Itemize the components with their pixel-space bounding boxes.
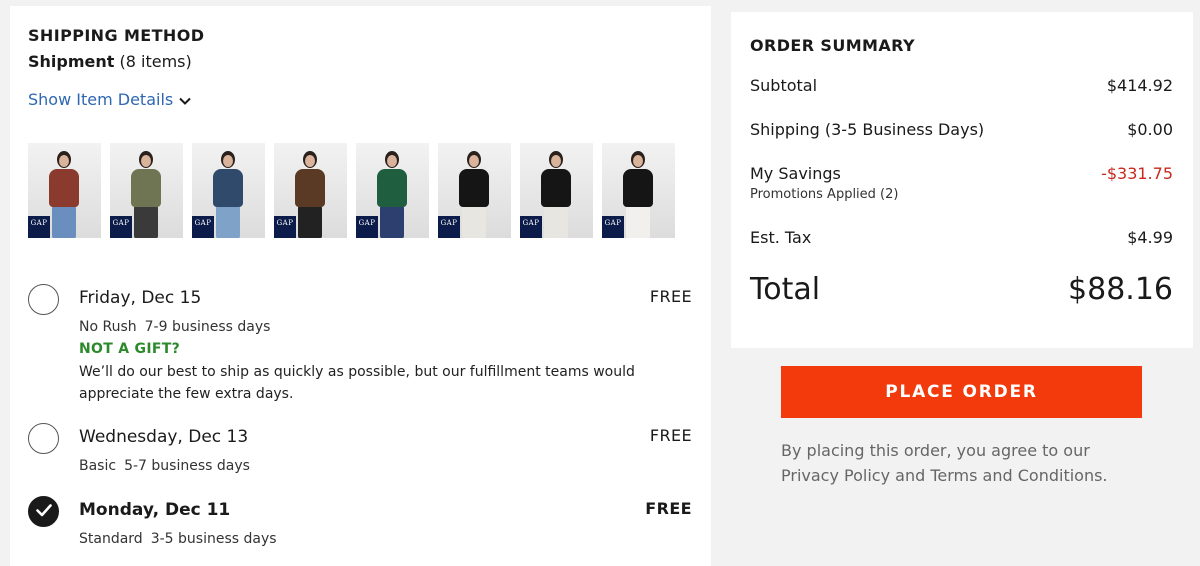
radio-button[interactable] [28,284,59,315]
subtotal-value: $414.92 [1106,76,1173,95]
subtotal-label: Subtotal [750,76,818,95]
legal-prefix: By placing this order, you agree to our [781,441,1090,460]
gap-logo: GAP [520,216,542,238]
shipping-value: $0.00 [1127,120,1173,139]
shipment-label: Shipment [28,52,115,71]
show-item-details-link[interactable]: Show Item Details [28,90,191,109]
shipping-label: Shipping (3-5 Business Days) [750,120,985,139]
option-price: FREE [649,426,692,445]
savings-value: -$331.75 [1101,164,1173,183]
shipment-summary: Shipment (8 items) [28,52,192,71]
shipping-option-standard[interactable]: Monday, Dec 11 FREE Standard 3-5 business… [28,496,698,556]
savings-row: My Savings Promotions Applied (2) -$331.… [750,164,1173,208]
gap-logo: GAP [110,216,132,238]
product-thumbnail: GAP [438,143,511,238]
option-speed: No Rush [79,319,137,335]
product-thumbnail: GAP [274,143,347,238]
product-thumbnail: GAP [28,143,101,238]
shipping-method-title: SHIPPING METHOD [28,26,205,45]
product-thumbnail: GAP [356,143,429,238]
shipping-option-basic[interactable]: Wednesday, Dec 13 FREE Basic 5-7 business… [28,423,698,483]
option-price: FREE [649,287,692,306]
gift-message: We’ll do our best to ship as quickly as … [79,364,635,402]
gift-label: NOT A GIFT? [79,341,180,357]
product-thumbnail: GAP [110,143,183,238]
gap-logo: GAP [356,216,378,238]
item-thumbnails: GAP GAP GAP GAP GAP GAP GAP GAP [28,143,675,238]
option-speed: Standard [79,531,143,547]
gap-logo: GAP [438,216,460,238]
chevron-down-icon [179,90,191,109]
gap-logo: GAP [602,216,624,238]
checkmark-icon [35,502,52,521]
option-days: 3-5 business days [150,531,277,547]
option-days: 7-9 business days [144,319,271,335]
product-thumbnail: GAP [602,143,675,238]
privacy-policy-link[interactable]: Privacy Policy [781,466,890,485]
option-price: FREE [645,499,692,518]
option-date: Wednesday, Dec 13 [79,427,249,447]
total-row: Total $88.16 [750,272,1173,312]
shipment-count: (8 items) [119,52,192,71]
option-details: Standard 3-5 business days [79,531,277,547]
total-value: $88.16 [1068,272,1173,307]
show-item-details-label: Show Item Details [28,90,174,109]
total-label: Total [750,272,821,307]
option-date: Monday, Dec 11 [79,500,231,520]
gap-logo: GAP [28,216,50,238]
radio-button[interactable] [28,423,59,454]
product-thumbnail: GAP [520,143,593,238]
legal-and: and [895,466,926,485]
legal-notice: By placing this order, you agree to our … [781,438,1161,488]
product-thumbnail: GAP [192,143,265,238]
terms-link[interactable]: Terms and Conditions. [930,466,1107,485]
option-speed: Basic [79,458,117,474]
order-summary-title: ORDER SUMMARY [750,36,915,55]
radio-button-selected[interactable] [28,496,59,527]
option-date: Friday, Dec 15 [79,288,202,308]
shipping-method-panel: SHIPPING METHOD Shipment (8 items) Show … [10,6,711,566]
shipping-option-no-rush[interactable]: Friday, Dec 15 FREE No Rush 7-9 business … [28,284,698,414]
tax-label: Est. Tax [750,228,812,247]
order-summary-panel: ORDER SUMMARY Subtotal $414.92 Shipping … [731,12,1193,348]
tax-value: $4.99 [1127,228,1173,247]
place-order-button[interactable]: PLACE ORDER [781,366,1142,418]
option-details: Basic 5-7 business days [79,458,250,474]
savings-label: My Savings [750,164,841,183]
option-days: 5-7 business days [124,458,250,474]
promotions-applied: Promotions Applied (2) [750,187,899,202]
gap-logo: GAP [274,216,296,238]
option-details: No Rush 7-9 business days [79,319,270,335]
gap-logo: GAP [192,216,214,238]
